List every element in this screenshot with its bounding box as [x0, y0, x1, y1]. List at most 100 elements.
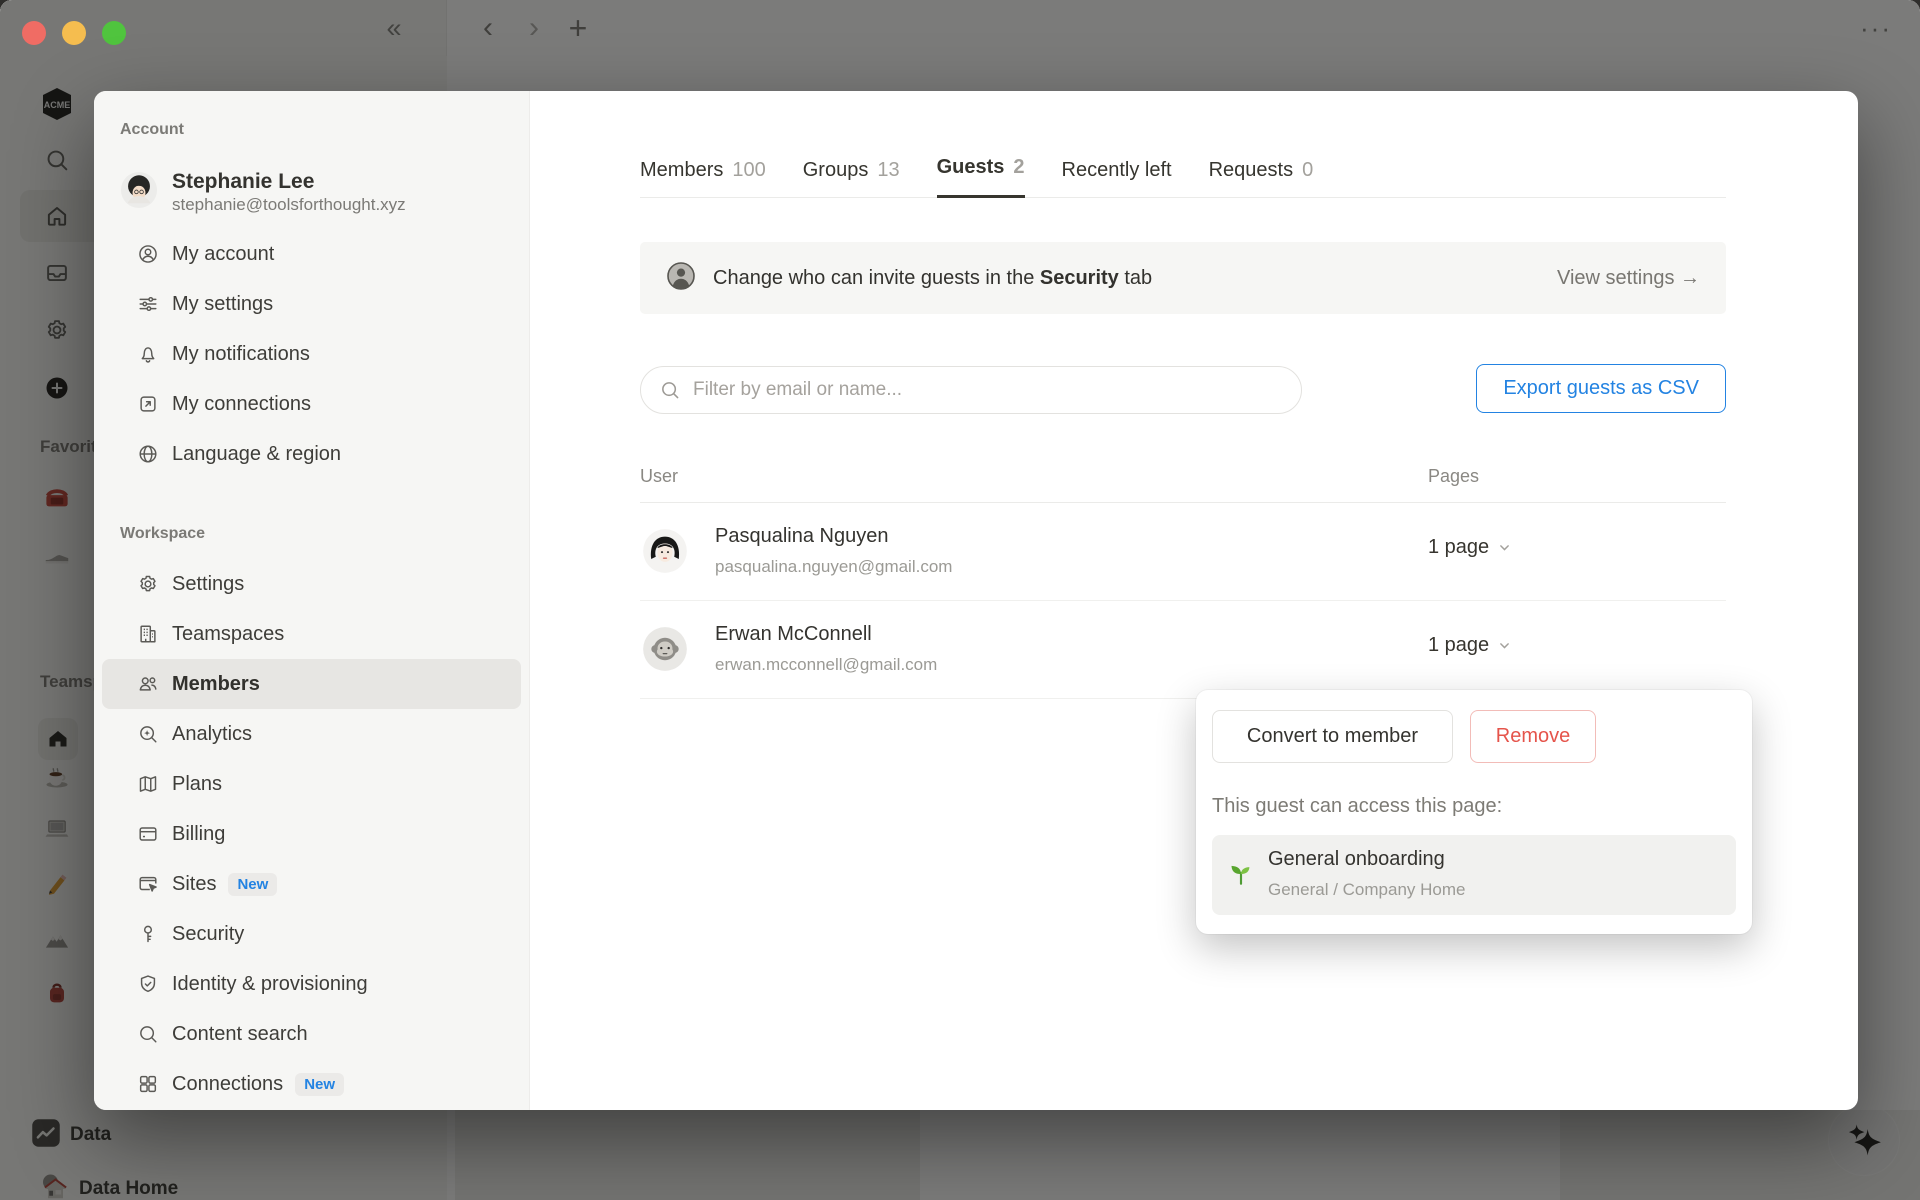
- bell-icon: [137, 343, 159, 365]
- globe-icon: [137, 443, 159, 465]
- guest-email: erwan.mcconnell@gmail.com: [715, 655, 938, 674]
- chevron-down-icon: [1498, 541, 1511, 554]
- nav-item-label: Security: [172, 922, 245, 945]
- person-circle-icon: [137, 243, 159, 265]
- guest-pages-dropdown[interactable]: 1 page: [1428, 634, 1511, 657]
- convert-to-member-button[interactable]: Convert to member: [1212, 710, 1453, 763]
- account-nav-list: My account My settings My notifications …: [102, 229, 521, 479]
- workspace-nav-list: Settings Teamspaces Members Analytics Pl…: [102, 559, 521, 1109]
- nav-item-label: Content search: [172, 1022, 308, 1045]
- tab-label: Guests: [936, 156, 1005, 178]
- tab-count: 13: [877, 159, 900, 181]
- access-page-path: General / Company Home: [1268, 880, 1466, 899]
- user-avatar: [120, 171, 158, 214]
- guests-controls-row: Export guests as CSV: [640, 364, 1726, 414]
- view-settings-link[interactable]: View settings →: [1557, 267, 1700, 290]
- guest-name: Erwan McConnell: [715, 623, 872, 645]
- sliders-icon: [137, 293, 159, 315]
- nav-item-language-region[interactable]: Language & region: [102, 429, 521, 479]
- tab-guests[interactable]: Guests 2: [936, 156, 1025, 198]
- nav-item-label: Analytics: [172, 722, 253, 745]
- credit-card-icon: [137, 823, 159, 845]
- arrow-up-right-square-icon: [137, 393, 159, 415]
- tab-groups[interactable]: Groups 13: [803, 159, 900, 198]
- nav-item-label: Connections: [172, 1072, 284, 1095]
- nav-item-label: Teamspaces: [172, 622, 285, 645]
- nav-item-label: Billing: [172, 822, 226, 845]
- guest-row-pasqualina[interactable]: Pasqualina Nguyen pasqualina.nguyen@gmai…: [640, 503, 1726, 601]
- shield-check-icon: [137, 973, 159, 995]
- nav-item-security[interactable]: Security: [102, 909, 521, 959]
- nav-item-plans[interactable]: Plans: [102, 759, 521, 809]
- tab-label: Requests: [1208, 159, 1294, 181]
- guest-actions-popup: Convert to member Remove This guest can …: [1196, 690, 1752, 934]
- nav-item-label: My settings: [172, 292, 274, 315]
- guest-pages-dropdown[interactable]: 1 page: [1428, 536, 1511, 559]
- access-page-title: General onboarding: [1268, 848, 1445, 870]
- magnifier-icon: [137, 1023, 159, 1045]
- nav-item-label: Members: [172, 672, 260, 695]
- window-controls: [22, 21, 126, 45]
- close-window-button[interactable]: [22, 21, 46, 45]
- tab-label: Members: [640, 159, 724, 181]
- nav-item-teamspaces[interactable]: Teamspaces: [102, 609, 521, 659]
- nav-item-label: Settings: [172, 572, 245, 595]
- tab-count: 100: [732, 159, 766, 181]
- export-guests-csv-button[interactable]: Export guests as CSV: [1476, 364, 1726, 413]
- account-user-row[interactable]: Stephanie Lee stephanie@toolsforthought.…: [120, 169, 521, 215]
- invite-guests-banner: Change who can invite guests in the Secu…: [640, 242, 1726, 314]
- building-icon: [137, 623, 159, 645]
- nav-item-connections[interactable]: Connections New: [102, 1059, 521, 1109]
- settings-sidebar: Account Stephanie Lee stephanie@toolsfor…: [94, 91, 530, 1110]
- nav-item-label: Sites: [172, 872, 217, 895]
- filter-guests-input[interactable]: [691, 378, 1283, 402]
- nav-item-label: My account: [172, 242, 275, 265]
- browser-cursor-icon: [137, 873, 159, 895]
- tab-label: Groups: [802, 159, 869, 181]
- key-icon: [137, 923, 159, 945]
- tab-label: Recently left: [1061, 159, 1172, 181]
- nav-item-label: My connections: [172, 392, 311, 415]
- guest-access-note: This guest can access this page:: [1212, 795, 1503, 817]
- guest-avatar: [642, 528, 688, 574]
- tab-requests[interactable]: Requests 0: [1209, 159, 1314, 198]
- nav-item-sites[interactable]: Sites New: [102, 859, 521, 909]
- pages-count: 1 page: [1428, 634, 1490, 656]
- nav-item-settings[interactable]: Settings: [102, 559, 521, 609]
- guest-row-erwan[interactable]: Erwan McConnell erwan.mcconnell@gmail.co…: [640, 601, 1726, 699]
- nav-item-my-settings[interactable]: My settings: [102, 279, 521, 329]
- minimize-window-button[interactable]: [62, 21, 86, 45]
- nav-item-label: Plans: [172, 772, 223, 795]
- column-header-user: User: [640, 466, 679, 486]
- column-header-pages: Pages: [1428, 466, 1480, 486]
- nav-item-my-connections[interactable]: My connections: [102, 379, 521, 429]
- nav-item-identity-provisioning[interactable]: Identity & provisioning: [102, 959, 521, 1009]
- map-icon: [137, 773, 159, 795]
- nav-item-label: Language & region: [172, 442, 342, 465]
- new-badge: New: [295, 1072, 345, 1096]
- guest-access-page-item[interactable]: General onboarding General / Company Hom…: [1212, 835, 1736, 915]
- nav-item-my-account[interactable]: My account: [102, 229, 521, 279]
- zoom-window-button[interactable]: [102, 21, 126, 45]
- person-circle-filled-icon: [666, 261, 696, 296]
- app-window: « ‹ › + ··· ACME Favorites: [0, 0, 1920, 1200]
- nav-item-billing[interactable]: Billing: [102, 809, 521, 859]
- user-name: Stephanie Lee: [172, 170, 315, 193]
- tab-members[interactable]: Members 100: [640, 159, 766, 198]
- tab-recently-left[interactable]: Recently left: [1062, 159, 1172, 198]
- nav-item-my-notifications[interactable]: My notifications: [102, 329, 521, 379]
- pages-count: 1 page: [1428, 536, 1490, 558]
- magnifier-sparkle-icon: [137, 723, 159, 745]
- search-icon: [662, 382, 679, 399]
- remove-guest-button[interactable]: Remove: [1470, 710, 1596, 763]
- nav-item-content-search[interactable]: Content search: [102, 1009, 521, 1059]
- user-email: stephanie@toolsforthought.xyz: [172, 195, 406, 215]
- nav-item-label: My notifications: [172, 342, 310, 365]
- nav-item-analytics[interactable]: Analytics: [102, 709, 521, 759]
- settings-modal: Account Stephanie Lee stephanie@toolsfor…: [94, 91, 1858, 1110]
- guests-table-header: User Pages: [640, 456, 1726, 503]
- guest-email: pasqualina.nguyen@gmail.com: [715, 557, 953, 576]
- guest-name: Pasqualina Nguyen: [715, 525, 889, 547]
- seedling-icon: [1227, 859, 1255, 892]
- nav-item-members[interactable]: Members: [102, 659, 521, 710]
